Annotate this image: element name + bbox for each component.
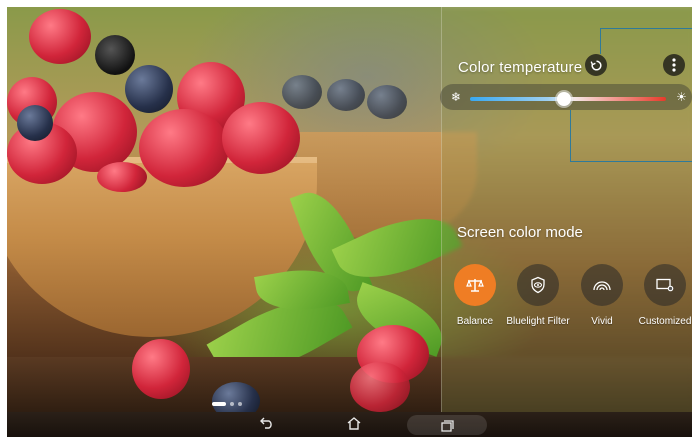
wallpaper-raspberry bbox=[97, 162, 147, 192]
color-temperature-title: Color temperature bbox=[458, 59, 583, 76]
screen-color-panel: Color temperature bbox=[441, 7, 692, 412]
recent-apps-icon bbox=[440, 420, 454, 432]
home-icon[interactable] bbox=[347, 417, 361, 432]
callout-line bbox=[570, 161, 692, 162]
recent-apps-button[interactable] bbox=[407, 415, 487, 435]
slider-thumb[interactable] bbox=[557, 92, 572, 106]
wallpaper-blueberry bbox=[327, 79, 365, 111]
page-dot[interactable] bbox=[212, 402, 226, 406]
wallpaper-blueberry bbox=[125, 65, 173, 113]
mode-circle[interactable] bbox=[644, 264, 686, 306]
eye-shield-icon bbox=[531, 276, 545, 294]
sun-icon: ☀ bbox=[676, 90, 687, 104]
wallpaper-blueberry bbox=[367, 85, 407, 119]
wallpaper-raspberry bbox=[29, 9, 91, 64]
mode-customized[interactable]: Customized bbox=[630, 264, 692, 327]
page-dot[interactable] bbox=[238, 402, 242, 406]
wallpaper-raspberry bbox=[132, 339, 190, 399]
rainbow-icon bbox=[593, 281, 611, 291]
screen-color-mode-title: Screen color mode bbox=[457, 224, 583, 241]
mode-circle[interactable] bbox=[517, 264, 559, 306]
wallpaper-blueberry bbox=[17, 105, 53, 141]
reset-button[interactable] bbox=[585, 54, 607, 76]
back-icon[interactable] bbox=[260, 417, 274, 431]
callout-line bbox=[600, 28, 692, 29]
mode-circle[interactable] bbox=[581, 264, 623, 306]
page-indicator bbox=[212, 402, 242, 406]
mode-bluelight-filter[interactable]: Bluelight Filter bbox=[503, 264, 573, 327]
mode-balance[interactable]: Balance bbox=[440, 264, 510, 327]
page-dot[interactable] bbox=[230, 402, 234, 406]
wallpaper-blueberry bbox=[282, 75, 322, 109]
scale-icon bbox=[466, 279, 484, 292]
mode-label: Customized bbox=[638, 316, 692, 327]
more-vert-icon bbox=[672, 58, 676, 72]
mode-label: Vivid bbox=[591, 316, 613, 327]
custom-display-icon bbox=[656, 278, 674, 292]
mode-circle[interactable] bbox=[454, 264, 496, 306]
mode-label: Balance bbox=[456, 316, 494, 327]
wallpaper-blackberry bbox=[95, 35, 135, 75]
callout-line bbox=[600, 28, 601, 54]
snowflake-icon: ❄ bbox=[451, 90, 462, 104]
wallpaper-raspberry bbox=[222, 102, 300, 174]
navigation-bar bbox=[7, 412, 692, 437]
callout-line bbox=[570, 110, 571, 162]
mode-vivid[interactable]: Vivid bbox=[567, 264, 637, 327]
refresh-icon bbox=[590, 59, 602, 71]
mode-label: Bluelight Filter bbox=[506, 316, 570, 327]
wallpaper-raspberry bbox=[350, 362, 410, 412]
wallpaper-raspberry bbox=[139, 109, 229, 187]
more-options-button[interactable] bbox=[663, 54, 685, 76]
